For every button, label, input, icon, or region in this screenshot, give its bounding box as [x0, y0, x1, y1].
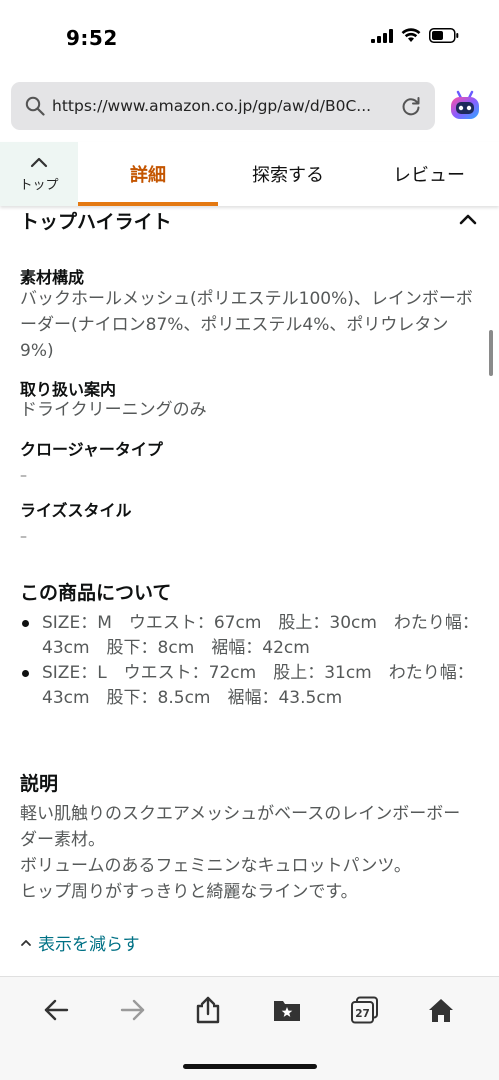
section-tab-bar: トップ 詳細 探索する レビュー — [0, 142, 499, 206]
tabs-button[interactable]: 27 — [345, 993, 385, 1027]
attribute-label-rise: ライズスタイル — [20, 501, 132, 520]
cellular-signal-icon — [371, 28, 393, 43]
forward-arrow-icon — [120, 999, 145, 1021]
list-item: SIZE：L ウエスト：72cm 股上：31cm わたり幅：43cm 股下：8.… — [20, 661, 480, 711]
tabs-icon: 27 — [351, 996, 378, 1024]
bullet-dot — [22, 670, 29, 677]
address-bar[interactable]: https://www.amazon.co.jp/gp/aw/d/B0C... — [11, 82, 435, 130]
bookmarks-icon — [274, 1001, 300, 1021]
description-title: 説明 — [20, 773, 59, 795]
show-less-link[interactable]: 表示を減らす — [20, 930, 140, 955]
show-less-label[interactable]: 表示を減らす — [38, 930, 140, 955]
browser-address-area: https://www.amazon.co.jp/gp/aw/d/B0C... — [0, 74, 499, 142]
wifi-icon — [401, 28, 421, 42]
status-bar: 9:52 — [0, 0, 499, 74]
description-body: 軽い肌触りのスクエアメッシュがベースのレインボーボーダー素材。 ボリュームのある… — [20, 801, 475, 905]
url-text[interactable]: https://www.amazon.co.jp/gp/aw/d/B0C... — [52, 97, 382, 115]
about-item-bullets: SIZE：M ウエスト：67cm 股上：30cm わたり幅：43cm 股下：8c… — [20, 611, 480, 711]
about-item-title: この商品について — [20, 582, 172, 604]
battery-icon — [429, 28, 459, 43]
collapse-chevron-icon[interactable] — [458, 212, 478, 226]
product-details-content: トップハイライト 素材構成 バックホールメッシュ(ポリエステル100%)、レイン… — [0, 206, 499, 976]
assistant-bot-icon[interactable] — [448, 90, 482, 122]
bookmarks-button[interactable] — [267, 993, 307, 1027]
search-icon — [25, 96, 45, 116]
home-icon — [429, 999, 453, 1022]
share-button[interactable] — [188, 993, 228, 1027]
chevron-up-icon — [30, 157, 48, 168]
attribute-label-material: 素材構成 — [20, 268, 85, 287]
tab-top-label: トップ — [19, 178, 59, 193]
status-icons — [371, 28, 459, 43]
description-line: ヒップ周りがすっきりと綺麗なラインです。 — [20, 882, 358, 902]
list-item: SIZE：M ウエスト：67cm 股上：30cm わたり幅：43cm 股下：8c… — [20, 611, 480, 661]
description-line: 軽い肌触りのスクエアメッシュがベースのレインボーボーダー素材。 — [20, 804, 461, 850]
tabs-count: 27 — [355, 1008, 370, 1020]
top-highlights-title: トップハイライト — [20, 211, 172, 233]
share-icon — [196, 996, 220, 1024]
back-arrow-icon — [44, 999, 69, 1021]
bullet-text: SIZE：M ウエスト：67cm 股上：30cm わたり幅：43cm 股下：8c… — [42, 613, 479, 658]
description-line: ボリュームのあるフェミニンなキュロットパンツ。 — [20, 856, 411, 876]
home-button[interactable] — [421, 993, 461, 1027]
attribute-label-closure: クロージャータイプ — [20, 440, 163, 459]
attribute-value-rise: – — [20, 529, 27, 545]
attribute-value-closure: – — [20, 468, 27, 484]
reload-icon[interactable] — [400, 95, 422, 117]
tab-reviews[interactable]: レビュー — [370, 142, 488, 206]
scrollbar[interactable] — [489, 330, 493, 376]
attribute-value-care: ドライクリーニングのみ — [20, 400, 207, 420]
forward-button[interactable] — [113, 993, 153, 1027]
chevron-up-icon — [21, 940, 31, 946]
attribute-value-material: バックホールメッシュ(ポリエステル100%)、レインボーボーダー(ナイロン87%… — [20, 289, 473, 361]
tab-details[interactable]: 詳細 — [78, 142, 218, 206]
bullet-dot — [22, 620, 29, 627]
bullet-text: SIZE：L ウエスト：72cm 股上：31cm わたり幅：43cm 股下：8.… — [42, 663, 474, 708]
tab-back-to-top[interactable]: トップ — [0, 142, 78, 206]
home-indicator — [183, 1064, 317, 1069]
status-time: 9:52 — [66, 26, 118, 50]
back-button[interactable] — [36, 993, 76, 1027]
tab-explore[interactable]: 探索する — [218, 142, 358, 206]
